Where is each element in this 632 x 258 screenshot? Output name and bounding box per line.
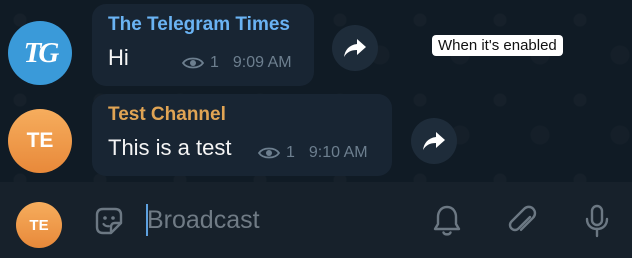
silent-broadcast-button[interactable]	[428, 202, 466, 240]
message-composer: TE	[0, 182, 632, 258]
message-time: 9:10 AM	[308, 144, 368, 161]
message-time: 9:09 AM	[232, 54, 292, 71]
sticker-icon	[95, 207, 123, 235]
voice-message-button[interactable]	[578, 202, 616, 240]
attach-icon	[508, 205, 537, 232]
send-as-avatar[interactable]: TE	[16, 202, 62, 248]
message-bubble[interactable]: Test Channel This is a test 1 9:10 AM	[92, 94, 392, 176]
bell-icon	[433, 205, 461, 236]
forward-button[interactable]	[332, 25, 378, 71]
forward-icon	[423, 132, 445, 150]
mic-icon	[585, 204, 609, 238]
message-bubble[interactable]: The Telegram Times Hi 1 9:09 AM	[92, 4, 314, 86]
avatar-letters: TG	[23, 36, 60, 69]
sender-name[interactable]: The Telegram Times	[108, 14, 290, 36]
attach-button[interactable]	[503, 202, 541, 240]
views-count: 1	[286, 144, 295, 161]
views-eye-icon	[258, 147, 280, 159]
message-text: This is a test	[108, 135, 232, 160]
views-eye-icon	[182, 57, 204, 69]
forward-icon	[344, 39, 366, 57]
views-count: 1	[210, 54, 219, 71]
sticker-button[interactable]	[90, 202, 128, 240]
avatar-initials: TE	[26, 129, 54, 152]
text-caret	[146, 204, 148, 236]
message-meta: 1 9:10 AM	[258, 144, 368, 162]
channel-avatar-test-channel[interactable]: TE	[8, 109, 72, 173]
tooltip: When it's enabled	[432, 35, 563, 56]
message-text: Hi	[108, 45, 129, 70]
channel-avatar-telegram-times[interactable]: TG	[8, 21, 72, 85]
sender-name[interactable]: Test Channel	[108, 104, 226, 126]
broadcast-input[interactable]	[146, 200, 417, 240]
message-meta: 1 9:09 AM	[182, 54, 292, 72]
forward-button[interactable]	[411, 118, 457, 164]
avatar-initials: TE	[29, 216, 49, 234]
broadcast-input-wrap	[146, 200, 417, 240]
